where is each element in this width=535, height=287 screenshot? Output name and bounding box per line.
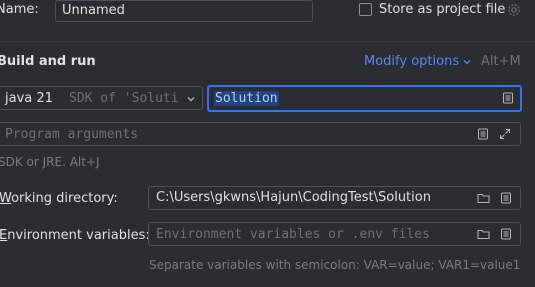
jdk-hint: SDK or JRE. Alt+J: [0, 155, 100, 169]
document-icon[interactable]: [499, 227, 513, 241]
main-class-value: Solution: [214, 91, 279, 106]
expand-icon[interactable]: [498, 127, 512, 141]
label-text: nvironment variables:: [7, 228, 150, 243]
document-icon[interactable]: [499, 191, 513, 205]
working-directory-field[interactable]: C:\Users\gkwns\Hajun\CodingTest\Solution: [148, 186, 521, 210]
jdk-detail: SDK of 'Soluti: [69, 91, 179, 106]
separator: [0, 41, 535, 42]
working-directory-label: Working directory:: [0, 191, 118, 206]
mnemonic: W: [0, 191, 12, 206]
document-icon[interactable]: [501, 91, 515, 105]
chevron-down-icon: [185, 93, 197, 105]
label-text: orking directory:: [11, 191, 118, 206]
environment-variables-label: Environment variables:: [0, 228, 150, 243]
working-directory-value: C:\Users\gkwns\Hajun\CodingTest\Solution: [156, 190, 431, 205]
store-as-project-file-label: Store as project file: [379, 2, 506, 17]
gear-icon[interactable]: [506, 2, 522, 18]
document-icon[interactable]: [476, 127, 490, 141]
environment-variables-field[interactable]: Environment variables or .env files: [148, 222, 521, 246]
chevron-down-icon[interactable]: [461, 56, 473, 68]
jdk-version: java 21: [5, 91, 53, 106]
main-class-field[interactable]: Solution: [207, 85, 522, 112]
name-value: Unnamed: [62, 3, 125, 18]
modify-options-link[interactable]: Modify options: [364, 54, 459, 69]
environment-variables-placeholder: Environment variables or .env files: [156, 227, 430, 242]
program-arguments-placeholder: Program arguments: [5, 127, 139, 142]
store-as-project-file-checkbox[interactable]: [359, 3, 372, 16]
name-label: Name:: [0, 2, 39, 17]
modify-options-shortcut: Alt+M: [481, 54, 521, 69]
folder-icon[interactable]: [476, 191, 490, 205]
program-arguments-field[interactable]: Program arguments: [0, 122, 521, 146]
build-and-run-title: Build and run: [0, 54, 96, 69]
folder-icon[interactable]: [476, 227, 490, 241]
jdk-select[interactable]: java 21 SDK of 'Soluti: [0, 86, 203, 110]
environment-variables-hint: Separate variables with semicolon: VAR=v…: [149, 258, 521, 272]
name-field[interactable]: Unnamed: [55, 0, 313, 22]
